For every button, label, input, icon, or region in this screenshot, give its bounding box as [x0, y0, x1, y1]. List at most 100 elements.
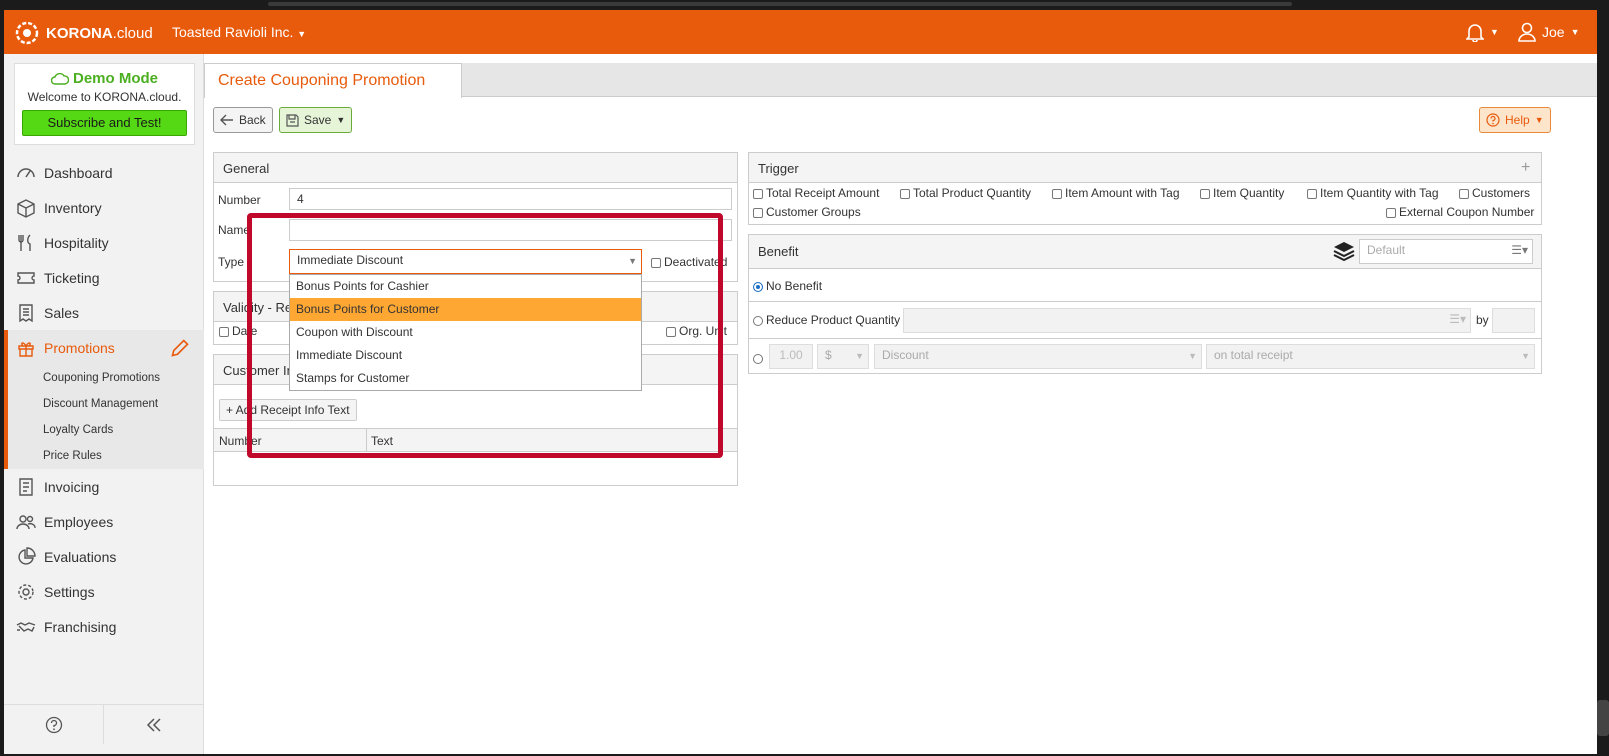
- box-icon: [17, 198, 35, 218]
- save-button[interactable]: Save ▼: [279, 107, 353, 133]
- main-nav: Dashboard Inventory Hospitality Ticketin…: [4, 155, 204, 644]
- help-menu-button[interactable]: Help ▼: [1479, 107, 1551, 133]
- nav-promotions[interactable]: Promotions: [4, 330, 204, 365]
- help-button[interactable]: [4, 705, 104, 744]
- user-name: Joe: [1542, 24, 1565, 40]
- nav-evaluations[interactable]: Evaluations: [4, 539, 204, 574]
- app-window: KORONA .cloud Toasted Ravioli Inc. ▼ ▼ Jo…: [4, 10, 1597, 754]
- gift-icon: [18, 341, 34, 357]
- nav-employees[interactable]: Employees: [4, 504, 204, 539]
- receipt-icon: [19, 303, 33, 322]
- column-divider: [366, 428, 367, 452]
- org-unit-checkbox[interactable]: Org. Unit: [666, 324, 727, 338]
- brand-logo[interactable]: KORONA .cloud: [12, 20, 153, 46]
- nav-sales[interactable]: Sales: [4, 295, 204, 330]
- deactivated-checkbox[interactable]: Deactivated: [651, 255, 727, 269]
- type-option-highlighted[interactable]: Bonus Points for Customer: [290, 298, 641, 321]
- number-input[interactable]: 4: [289, 188, 732, 210]
- no-benefit-radio[interactable]: No Benefit: [753, 279, 822, 293]
- checkbox-icon: [1200, 188, 1210, 199]
- company-name: Toasted Ravioli Inc.: [172, 24, 294, 40]
- gear-icon: [18, 583, 34, 600]
- brand-name: KORONA: [46, 24, 113, 42]
- subnav-couponing-promotions[interactable]: Couponing Promotions: [8, 365, 204, 391]
- nav-inventory[interactable]: Inventory: [4, 190, 204, 225]
- reduce-product-select[interactable]: ☰▾: [903, 308, 1471, 333]
- sidebar-footer: [4, 704, 204, 744]
- chevron-down-icon: ▼: [1188, 351, 1197, 361]
- list-icon: ☰▾: [1511, 243, 1528, 257]
- discount-scope-select[interactable]: on total receipt ▼: [1206, 344, 1535, 369]
- back-button[interactable]: Back: [213, 107, 273, 133]
- name-input[interactable]: [289, 219, 732, 241]
- nav-settings[interactable]: Settings: [4, 574, 204, 609]
- checkbox-icon: [753, 207, 763, 218]
- pencil-icon[interactable]: [170, 338, 190, 358]
- date-checkbox[interactable]: Date: [219, 324, 257, 338]
- benefit-template-select[interactable]: Default ☰▾: [1359, 239, 1533, 264]
- type-option[interactable]: Coupon with Discount: [290, 321, 641, 344]
- collapse-sidebar-button[interactable]: [104, 705, 204, 744]
- trigger-customers[interactable]: Customers: [1459, 186, 1530, 200]
- chevron-down-icon: ▼: [1534, 115, 1544, 125]
- type-option[interactable]: Stamps for Customer: [290, 367, 641, 390]
- nav-hospitality[interactable]: Hospitality: [4, 225, 204, 260]
- benefit-row-divider: [749, 338, 1541, 339]
- general-title: General: [214, 153, 737, 183]
- subscribe-button[interactable]: Subscribe and Test!: [22, 110, 187, 136]
- checkbox-icon: [666, 326, 676, 337]
- tab-create-couponing-promotion[interactable]: Create Couponing Promotion: [204, 63, 462, 98]
- reduce-product-quantity-radio[interactable]: Reduce Product Quantity: [753, 313, 900, 327]
- chevron-down-icon: ▼: [297, 29, 307, 39]
- double-chevron-left-icon: [146, 717, 161, 732]
- benefit-row-divider: [749, 268, 1541, 269]
- ticket-icon: [17, 271, 35, 284]
- benefit-template-placeholder: Default: [1367, 243, 1406, 257]
- trigger-item-amount-with-tag[interactable]: Item Amount with Tag: [1052, 186, 1180, 200]
- trigger-item-quantity[interactable]: Item Quantity: [1200, 186, 1284, 200]
- add-receipt-info-text-button[interactable]: + Add Receipt Info Text: [219, 399, 357, 421]
- subnav-price-rules[interactable]: Price Rules: [8, 443, 204, 469]
- cloud-icon: [50, 72, 69, 85]
- pie-chart-icon: [18, 546, 36, 565]
- discount-type-select[interactable]: Discount ▼: [874, 344, 1202, 369]
- checkbox-icon: [900, 188, 910, 199]
- trigger-title: Trigger: [749, 153, 1541, 183]
- nav-ticketing[interactable]: Ticketing: [4, 260, 204, 295]
- chevron-down-icon: ▼: [628, 256, 637, 266]
- subnav-loyalty-cards[interactable]: Loyalty Cards: [8, 417, 204, 443]
- nav-dashboard[interactable]: Dashboard: [4, 155, 204, 190]
- dashboard-icon: [17, 167, 35, 177]
- chevron-down-icon: ▼: [1521, 351, 1530, 361]
- type-option[interactable]: Immediate Discount: [290, 344, 641, 367]
- layers-icon[interactable]: [1332, 240, 1356, 262]
- company-selector[interactable]: Toasted Ravioli Inc. ▼: [172, 24, 306, 40]
- column-number[interactable]: Number: [219, 434, 262, 448]
- trigger-customer-groups[interactable]: Customer Groups: [753, 205, 861, 219]
- by-label: by: [1476, 313, 1489, 327]
- column-text[interactable]: Text: [371, 434, 393, 448]
- trigger-external-coupon-number[interactable]: External Coupon Number: [1386, 205, 1534, 219]
- type-select[interactable]: Immediate Discount ▼: [289, 249, 642, 274]
- type-label: Type: [218, 255, 245, 269]
- trigger-total-product-quantity[interactable]: Total Product Quantity: [900, 186, 1031, 200]
- checkbox-icon: [651, 257, 661, 268]
- trigger-item-quantity-with-tag[interactable]: Item Quantity with Tag: [1307, 186, 1439, 200]
- question-circle-icon: [1486, 113, 1500, 127]
- subnav-discount-management[interactable]: Discount Management: [8, 391, 204, 417]
- user-menu[interactable]: Joe ▼: [1518, 22, 1580, 42]
- number-label: Number: [218, 193, 261, 207]
- type-option[interactable]: Bonus Points for Cashier: [290, 275, 641, 298]
- discount-amount-input[interactable]: 1.00: [769, 344, 813, 369]
- add-trigger-button[interactable]: +: [1521, 159, 1530, 177]
- currency-select[interactable]: $ ▼: [817, 344, 869, 369]
- nav-franchising[interactable]: Franchising: [4, 609, 204, 644]
- trigger-total-receipt-amount[interactable]: Total Receipt Amount: [753, 186, 879, 200]
- radio-selected-icon: [753, 281, 763, 292]
- demo-title: Demo Mode: [15, 70, 194, 87]
- discount-radio[interactable]: [753, 351, 766, 365]
- notifications-button[interactable]: ▼: [1466, 22, 1499, 42]
- nav-invoicing[interactable]: Invoicing: [4, 469, 204, 504]
- user-icon: [1518, 22, 1536, 42]
- reduce-by-input[interactable]: [1492, 308, 1535, 333]
